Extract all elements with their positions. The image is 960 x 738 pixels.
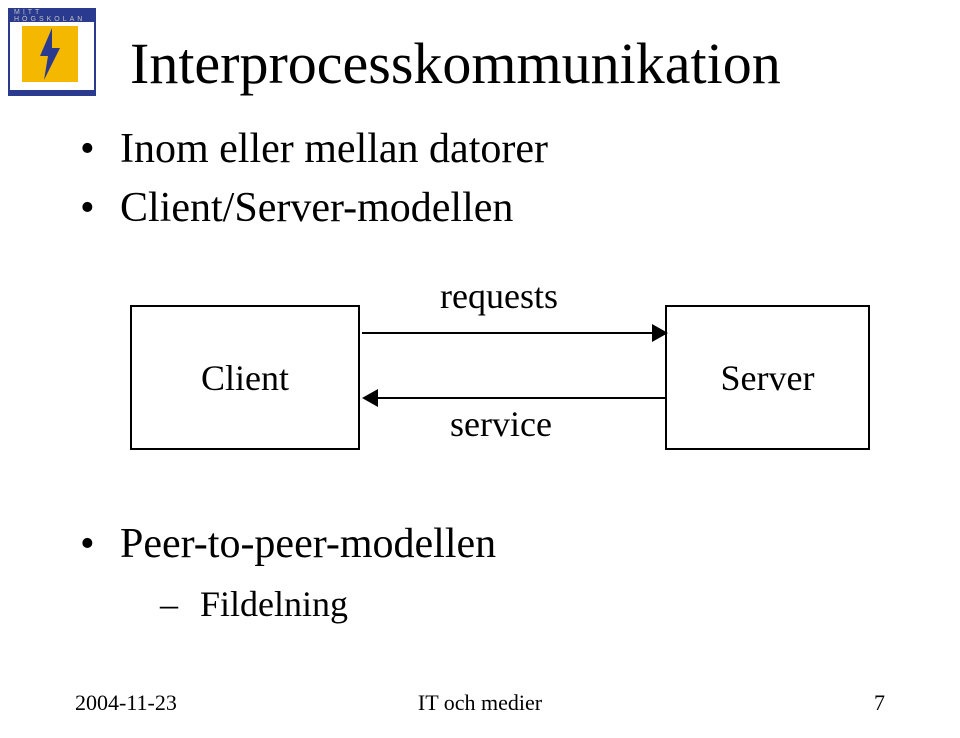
bullet-item: Peer-to-peer-modellen Fildelning bbox=[80, 515, 496, 629]
server-box: Server bbox=[665, 305, 870, 450]
bullet-item: Inom eller mellan datorer bbox=[80, 120, 548, 179]
logo-text: MITT HÖGSKOLAN bbox=[14, 9, 94, 23]
client-box: Client bbox=[130, 305, 360, 450]
lightning-icon bbox=[38, 28, 62, 80]
arrow-right-icon bbox=[652, 324, 668, 342]
arrow-bottom-line bbox=[375, 397, 665, 399]
institution-logo: MITT HÖGSKOLAN bbox=[8, 8, 96, 96]
arrow-left-icon bbox=[362, 389, 378, 407]
bullet-text: Peer-to-peer-modellen bbox=[120, 521, 496, 567]
footer-center-text: IT och medier bbox=[0, 690, 960, 716]
bullet-item: Client/Server-modellen bbox=[80, 179, 548, 238]
bullet-list-bottom: Peer-to-peer-modellen Fildelning bbox=[80, 515, 496, 629]
bullet-list-top: Inom eller mellan datorer Client/Server-… bbox=[80, 120, 548, 238]
arrow-top-line bbox=[362, 332, 662, 334]
client-label: Client bbox=[201, 357, 289, 399]
slide-title: Interprocesskommunikation bbox=[130, 30, 781, 97]
sub-bullet-item: Fildelning bbox=[120, 579, 496, 629]
requests-label: requests bbox=[440, 275, 558, 317]
server-label: Server bbox=[721, 357, 815, 399]
client-server-diagram: Client Server requests service bbox=[130, 275, 870, 485]
service-label: service bbox=[450, 403, 552, 445]
footer-page-number: 7 bbox=[874, 690, 885, 716]
